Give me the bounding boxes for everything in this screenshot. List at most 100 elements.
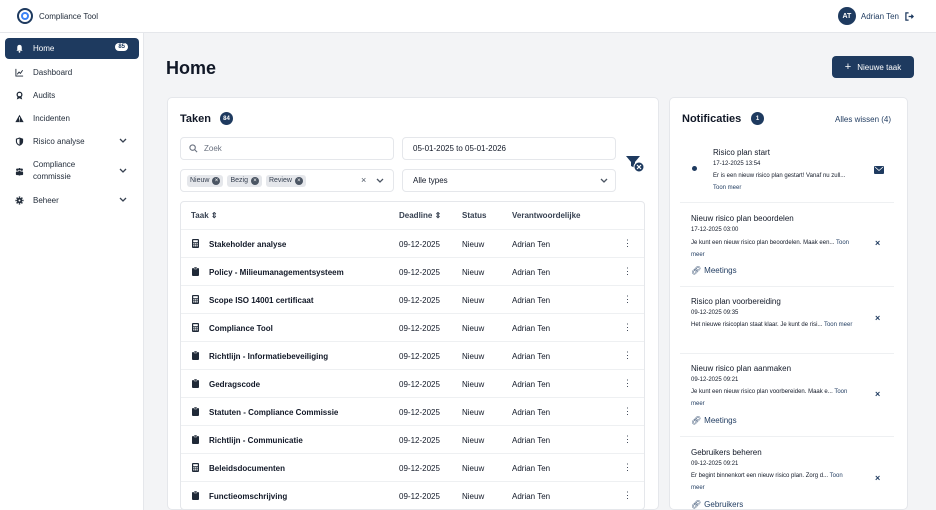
sidebar-item-risico-analyse[interactable]: Risico analyse xyxy=(5,135,139,147)
notification-title: Gebruikers beheren xyxy=(691,448,762,457)
chevron-down-icon[interactable] xyxy=(119,197,127,203)
notification-item[interactable]: Nieuw risico plan aanmaken 09-12-2025 09… xyxy=(680,355,894,437)
task-name[interactable]: Richtlijn - Communicatie xyxy=(209,436,303,445)
task-name[interactable]: Functieomschrijving xyxy=(209,492,287,501)
close-icon[interactable]: × xyxy=(875,389,880,399)
clear-all-link[interactable]: Alles wissen (4) xyxy=(835,115,891,124)
notification-time: 09-12-2025 09:21 xyxy=(691,377,739,383)
notification-body: Er begint binnenkort een nieuw risico pl… xyxy=(691,473,843,491)
sort-icon[interactable]: ⇕ xyxy=(211,211,218,220)
column-header-deadline[interactable]: Deadline ⇕ xyxy=(399,211,441,220)
sidebar-item-dashboard[interactable]: Dashboard xyxy=(5,66,139,78)
notification-item[interactable]: Nieuw risico plan beoordelen 17-12-2025 … xyxy=(680,204,894,287)
sidebar-item-label: Risico analyse xyxy=(33,136,85,146)
sidebar-item-audits[interactable]: Audits xyxy=(5,89,139,101)
plus-icon: + xyxy=(844,60,852,73)
show-more-link[interactable]: Toon meer xyxy=(824,322,852,328)
task-deadline: 09-12-2025 xyxy=(399,464,440,473)
more-options-icon[interactable]: ⋮ xyxy=(623,490,632,501)
users-link[interactable]: 🔗︎ Gebruikers xyxy=(691,500,743,509)
sort-icon[interactable]: ⇕ xyxy=(435,211,442,220)
sidebar-item-label: Incidenten xyxy=(33,113,70,123)
task-name[interactable]: Scope ISO 14001 certificaat xyxy=(209,296,314,305)
filter-clear-icon[interactable] xyxy=(625,155,645,173)
user-name[interactable]: Adrian Ten xyxy=(861,12,899,21)
show-more-link[interactable]: Toon meer xyxy=(713,185,741,191)
clipboard-icon xyxy=(192,267,199,276)
notification-time: 09-12-2025 09:21 xyxy=(691,461,739,467)
notifications-count-badge: 1 xyxy=(751,112,764,125)
new-task-button[interactable]: + Nieuwe taak xyxy=(832,56,914,78)
date-range-value: 05-01-2025 to 05-01-2026 xyxy=(413,144,506,153)
table-row[interactable]: Stakeholder analyse 09-12-2025 Nieuw Adr… xyxy=(181,229,644,257)
notification-item[interactable]: Gebruikers beheren 09-12-2025 09:21 Er b… xyxy=(680,438,894,510)
task-name[interactable]: Policy - Milieumanagementsysteem xyxy=(209,268,344,277)
more-options-icon[interactable]: ⋮ xyxy=(623,406,632,417)
more-options-icon[interactable]: ⋮ xyxy=(623,322,632,333)
close-icon[interactable]: × xyxy=(875,473,880,483)
task-status: Nieuw xyxy=(462,296,485,305)
more-options-icon[interactable]: ⋮ xyxy=(623,350,632,361)
sidebar-item-incidenten[interactable]: Incidenten xyxy=(5,112,139,124)
chevron-down-icon[interactable] xyxy=(119,138,127,144)
notification-item[interactable]: Risico plan start 17-12-2025 13:54 Er is… xyxy=(680,137,894,203)
more-options-icon[interactable]: ⋮ xyxy=(623,238,632,249)
user-menu[interactable]: AT Adrian Ten xyxy=(837,7,914,25)
clipboard-icon xyxy=(192,435,199,444)
close-icon[interactable]: × xyxy=(875,313,880,323)
table-row[interactable]: Functieomschrijving 09-12-2025 Nieuw Adr… xyxy=(181,481,644,509)
logout-icon[interactable] xyxy=(905,11,914,21)
sidebar-item-home[interactable]: Home 85 xyxy=(5,38,139,59)
link-icon: 🔗︎ xyxy=(691,266,702,275)
type-select[interactable]: Alle types xyxy=(402,169,616,192)
task-name[interactable]: Beleidsdocumenten xyxy=(209,464,285,473)
notification-item[interactable]: Risico plan voorbereiding 09-12-2025 09:… xyxy=(680,288,894,354)
chevron-down-icon[interactable] xyxy=(376,178,384,184)
table-row[interactable]: Statuten - Compliance Commissie 09-12-20… xyxy=(181,397,644,425)
more-options-icon[interactable]: ⋮ xyxy=(623,266,632,277)
status-chip[interactable]: Bezig × xyxy=(227,174,262,187)
tasks-table: Taak ⇕ Deadline ⇕ Status Verantwoordelij… xyxy=(180,201,645,510)
chip-remove-icon[interactable]: × xyxy=(294,176,303,185)
task-name[interactable]: Stakeholder analyse xyxy=(209,240,286,249)
mark-read-icon[interactable] xyxy=(874,166,884,174)
search-icon xyxy=(189,144,198,153)
chip-remove-icon[interactable]: × xyxy=(250,176,259,185)
task-name[interactable]: Gedragscode xyxy=(209,380,260,389)
sidebar-item-compliance-commissie[interactable]: Compliance commissie xyxy=(5,158,139,184)
avatar[interactable]: AT xyxy=(837,7,856,25)
people-icon xyxy=(15,167,24,176)
task-deadline: 09-12-2025 xyxy=(399,408,440,417)
date-range-input[interactable]: 05-01-2025 to 05-01-2026 xyxy=(402,137,616,160)
meetings-link[interactable]: 🔗︎ Meetings xyxy=(691,416,737,425)
task-owner: Adrian Ten xyxy=(512,408,551,417)
more-options-icon[interactable]: ⋮ xyxy=(623,294,632,305)
column-header-taak[interactable]: Taak ⇕ xyxy=(191,211,218,220)
table-row[interactable]: Policy - Milieumanagementsysteem 09-12-2… xyxy=(181,257,644,285)
sidebar-item-beheer[interactable]: Beheer xyxy=(5,194,139,206)
clear-icon[interactable]: × xyxy=(361,175,366,185)
status-chip[interactable]: Nieuw × xyxy=(187,174,224,187)
table-row[interactable]: Scope ISO 14001 certificaat 09-12-2025 N… xyxy=(181,285,644,313)
status-multiselect[interactable]: Nieuw × Bezig × Review × × xyxy=(180,169,394,192)
table-row[interactable]: Richtlijn - Informatiebeveiliging 09-12-… xyxy=(181,341,644,369)
more-options-icon[interactable]: ⋮ xyxy=(623,378,632,389)
close-icon[interactable]: × xyxy=(875,238,880,248)
search-input[interactable]: Zoek xyxy=(180,137,394,160)
table-row[interactable]: Gedragscode 09-12-2025 Nieuw Adrian Ten … xyxy=(181,369,644,397)
chip-remove-icon[interactable]: × xyxy=(212,176,221,185)
tasks-title: Taken xyxy=(180,113,211,125)
task-deadline: 09-12-2025 xyxy=(399,296,440,305)
task-name[interactable]: Richtlijn - Informatiebeveiliging xyxy=(209,352,328,361)
meetings-link[interactable]: 🔗︎ Meetings xyxy=(691,266,737,275)
chevron-down-icon[interactable] xyxy=(119,168,127,174)
more-options-icon[interactable]: ⋮ xyxy=(623,434,632,445)
table-row[interactable]: Beleidsdocumenten 09-12-2025 Nieuw Adria… xyxy=(181,453,644,481)
task-name[interactable]: Statuten - Compliance Commissie xyxy=(209,408,338,417)
more-options-icon[interactable]: ⋮ xyxy=(623,462,632,473)
task-name[interactable]: Compliance Tool xyxy=(209,324,273,333)
table-row[interactable]: Richtlijn - Communicatie 09-12-2025 Nieu… xyxy=(181,425,644,453)
table-row[interactable]: Compliance Tool 09-12-2025 Nieuw Adrian … xyxy=(181,313,644,341)
clipboard-icon xyxy=(192,407,199,416)
status-chip[interactable]: Review × xyxy=(265,174,306,187)
